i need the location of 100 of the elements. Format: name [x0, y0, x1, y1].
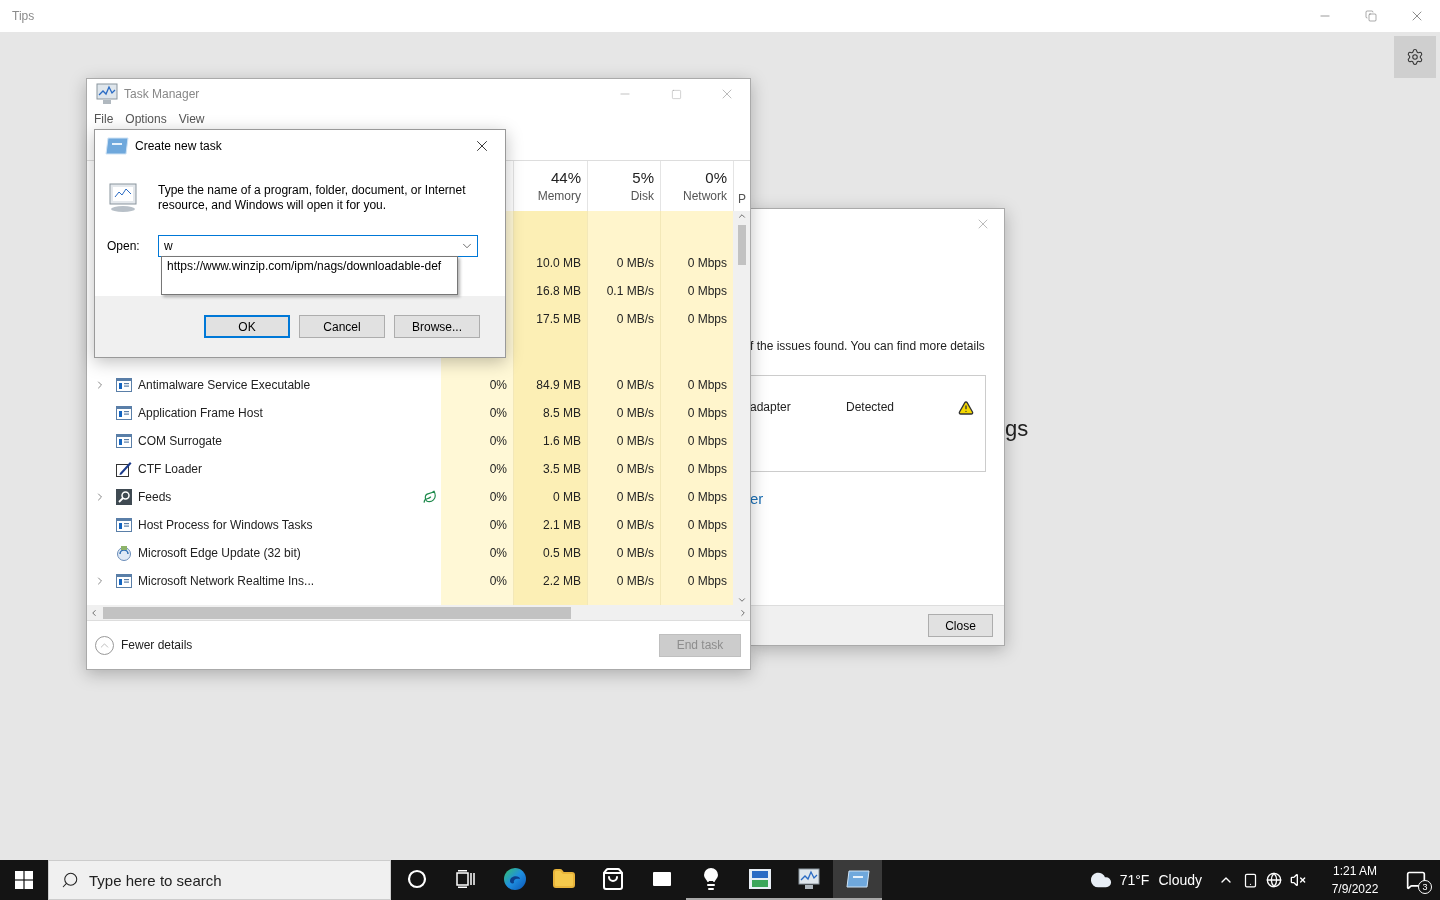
monitor-graph-icon — [95, 83, 119, 105]
notifications-button[interactable]: 3 — [1392, 860, 1440, 900]
taskbar-app[interactable] — [833, 860, 882, 900]
table-cell: 0 MB/s — [588, 511, 661, 539]
shopping-bag-icon — [600, 867, 625, 891]
muted-speaker-icon[interactable] — [1290, 872, 1306, 888]
window-icon — [116, 518, 132, 532]
dialog-button[interactable]: OK — [204, 315, 290, 338]
settings-button[interactable] — [1394, 36, 1436, 78]
process-name[interactable]: Antimalware Service Executable — [138, 378, 311, 392]
table-cell: 17.5 MB — [514, 305, 588, 333]
close-button[interactable]: Close — [928, 614, 993, 637]
run-window-icon — [105, 136, 129, 155]
dialog-button[interactable]: Browse... — [394, 315, 480, 338]
table-cell: 0% — [441, 567, 514, 595]
scroll-down-icon — [736, 595, 747, 605]
window-icon — [116, 406, 132, 420]
search-box[interactable]: Type here to search — [48, 860, 391, 900]
window-icon — [116, 574, 132, 588]
table-cell: 0 Mbps — [661, 539, 734, 567]
window-title: Tips — [12, 9, 36, 23]
issue-status: Detected — [846, 400, 896, 414]
table-cell: 2.1 MB — [514, 511, 588, 539]
search-icon — [61, 871, 79, 889]
monitor-graph-icon — [796, 868, 821, 890]
circle-icon — [406, 869, 427, 889]
suggestion-item[interactable]: https://www.winzip.com/ipm/nags/downloadable-def — [161, 256, 458, 295]
process-name[interactable]: Microsoft Network Realtime Ins... — [138, 574, 315, 588]
menu-item[interactable]: Options — [125, 112, 167, 126]
table-cell: 0 MB/s — [588, 427, 661, 455]
message-icon — [1406, 870, 1426, 890]
menu-item[interactable]: File — [94, 112, 114, 126]
tablet-icon[interactable] — [1242, 872, 1258, 888]
update-icon — [116, 545, 132, 561]
link[interactable]: er — [750, 490, 1004, 507]
globe-icon[interactable] — [1266, 872, 1282, 888]
vertical-scrollbar[interactable] — [733, 211, 750, 605]
table-cell: 0% — [441, 511, 514, 539]
dialog-button[interactable]: Cancel — [299, 315, 385, 338]
table-cell: 84.9 MB — [514, 371, 588, 399]
task-view-icon — [455, 870, 476, 888]
table-cell: 16.8 MB — [514, 277, 588, 305]
window-icon — [116, 434, 132, 448]
search-field[interactable]: Type here to search — [89, 861, 390, 899]
scroll-thumb[interactable] — [737, 225, 746, 265]
pen-icon — [116, 461, 132, 477]
window-title: Task Manager — [124, 87, 201, 101]
column-header[interactable]: P — [734, 192, 751, 211]
table-cell: 0% — [441, 427, 514, 455]
process-name[interactable]: CTF Loader — [138, 462, 203, 476]
horizontal-scrollbar[interactable] — [87, 605, 750, 621]
process-name[interactable]: Microsoft Edge Update (32 bit) — [138, 546, 301, 560]
folder-icon — [551, 867, 576, 891]
table-cell: 0 MB/s — [588, 249, 661, 277]
table-cell: 10.0 MB — [514, 249, 588, 277]
process-name[interactable]: Host Process for Windows Tasks — [138, 518, 313, 532]
process-name[interactable]: Feeds — [138, 490, 172, 504]
table-cell: 0 Mbps — [661, 277, 734, 305]
table-cell: 0 Mbps — [661, 249, 734, 277]
monitors-icon — [747, 868, 772, 890]
table-cell: 0 MB — [514, 483, 588, 511]
table-cell: 0 MB/s — [588, 483, 661, 511]
maximize-icon — [670, 88, 682, 100]
heading-text: gs — [1005, 416, 1029, 442]
table-cell: 0.5 MB — [514, 539, 588, 567]
temperature-text: 71°F — [1119, 872, 1150, 888]
window-icon — [116, 378, 132, 392]
table-cell: 3.5 MB — [514, 455, 588, 483]
process-name[interactable]: COM Surrogate — [138, 434, 223, 448]
table-cell: 0 MB/s — [588, 455, 661, 483]
clock[interactable]: 1:21 AM 7/9/2022 — [1318, 862, 1392, 898]
table-cell: 0 Mbps — [661, 427, 734, 455]
table-cell: 0 Mbps — [661, 371, 734, 399]
field-label: Open: — [107, 239, 141, 253]
restore-icon — [1365, 10, 1377, 22]
table-cell: 0% — [441, 371, 514, 399]
table-cell: 0 Mbps — [661, 567, 734, 595]
table-cell: 8.5 MB — [514, 399, 588, 427]
run-window-icon — [845, 870, 870, 888]
table-cell: 0 Mbps — [661, 483, 734, 511]
table-cell: 0 Mbps — [661, 305, 734, 333]
fewer-details-button[interactable]: Fewer details — [95, 635, 193, 655]
table-cell: 2.2 MB — [514, 567, 588, 595]
windows-logo-icon — [15, 871, 33, 889]
table-cell: 0% — [441, 399, 514, 427]
process-name[interactable]: Application Frame Host — [138, 406, 263, 420]
gear-icon — [1406, 48, 1424, 66]
menu-item[interactable]: View — [178, 112, 205, 126]
notification-badge: 3 — [1418, 880, 1432, 894]
table-cell: 0% — [441, 539, 514, 567]
leaf-icon — [423, 490, 437, 504]
scroll-thumb[interactable] — [103, 606, 571, 619]
computer-icon — [107, 183, 139, 213]
scroll-up-icon — [736, 211, 747, 221]
magnifier-icon — [116, 489, 132, 505]
scroll-right-icon — [738, 607, 748, 618]
warning-icon — [958, 400, 974, 416]
open-field[interactable]: w — [164, 236, 460, 256]
issue-name: adapter — [750, 400, 792, 414]
weather-text: Cloudy — [1158, 872, 1202, 888]
